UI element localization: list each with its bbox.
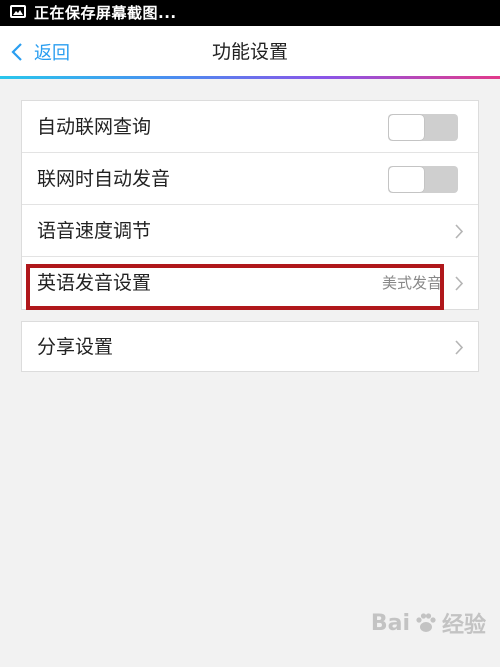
settings-group-1: 自动联网查询 联网时自动发音 语音速度调节 英语发音设置 美式发音 — [21, 100, 479, 310]
screenshot-icon — [10, 5, 26, 18]
setting-row-speech-speed[interactable]: 语音速度调节 — [22, 205, 478, 257]
watermark-text-right: 经验 — [441, 613, 486, 638]
baidu-jingyan-watermark: Bai 经验 — [371, 607, 486, 639]
setting-row-share[interactable]: 分享设置 — [22, 322, 478, 371]
setting-row-auto-online-lookup: 自动联网查询 — [22, 101, 478, 153]
nav-gradient-line — [0, 76, 500, 79]
setting-value: 美式发音 — [381, 274, 442, 292]
setting-label: 语音速度调节 — [37, 220, 152, 242]
status-text: 正在保存屏幕截图... — [34, 4, 177, 22]
chevron-right-icon — [455, 224, 464, 239]
status-bar: 正在保存屏幕截图... — [0, 0, 500, 26]
setting-row-english-pronunciation[interactable]: 英语发音设置 美式发音 — [22, 257, 478, 309]
setting-label: 联网时自动发音 — [37, 168, 171, 190]
toggle-knob — [389, 167, 424, 192]
setting-row-auto-pronounce: 联网时自动发音 — [22, 153, 478, 205]
chevron-right-icon — [455, 340, 464, 355]
page-title: 功能设置 — [211, 41, 288, 63]
setting-label: 英语发音设置 — [37, 272, 152, 294]
setting-label: 自动联网查询 — [37, 116, 152, 138]
chevron-right-icon — [455, 276, 464, 291]
auto-pronounce-toggle[interactable] — [388, 166, 458, 193]
paw-icon — [416, 613, 436, 632]
auto-online-lookup-toggle[interactable] — [388, 114, 458, 141]
setting-label: 分享设置 — [37, 336, 114, 358]
watermark-text-left: Bai — [370, 610, 410, 636]
toggle-knob — [389, 115, 424, 140]
settings-group-2: 分享设置 — [21, 321, 479, 372]
